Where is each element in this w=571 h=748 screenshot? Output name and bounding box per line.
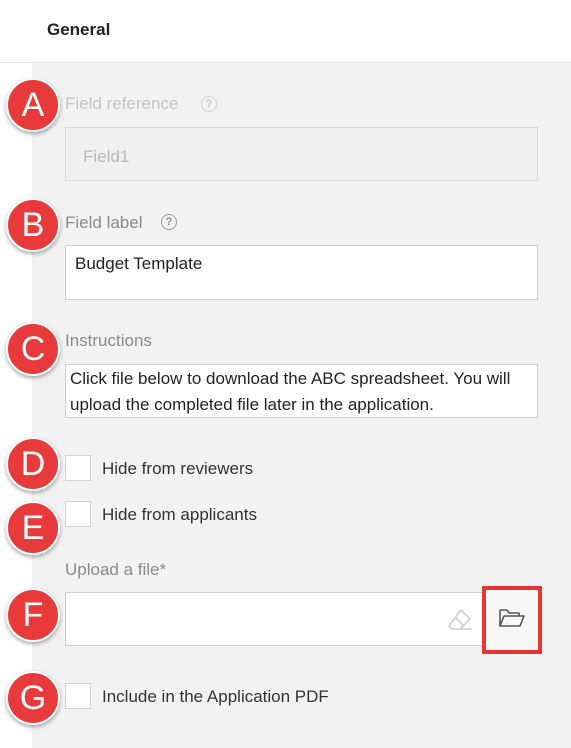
- upload-file-label: Upload a file*: [65, 560, 167, 579]
- include-in-pdf-checkbox[interactable]: [65, 683, 91, 709]
- field-reference-label: Field reference: [65, 94, 179, 113]
- help-circle-icon[interactable]: ?: [161, 214, 177, 230]
- hide-from-reviewers-checkbox[interactable]: [65, 455, 91, 481]
- marker-c: C: [6, 322, 60, 376]
- marker-b: B: [6, 198, 60, 252]
- hide-from-applicants-checkbox[interactable]: [65, 501, 91, 527]
- hide-from-applicants-label: Hide from applicants: [102, 505, 257, 524]
- marker-a: A: [6, 78, 60, 132]
- marker-f: F: [6, 588, 60, 642]
- field-label-input[interactable]: Budget Template: [65, 245, 538, 300]
- help-circle-icon[interactable]: ?: [201, 96, 217, 112]
- field-reference-input: Field1: [65, 127, 538, 181]
- marker-e: E: [6, 501, 60, 555]
- panel-header: General: [0, 0, 571, 63]
- field-label-label: Field label: [65, 213, 143, 232]
- marker-d: D: [6, 437, 60, 491]
- marker-g: G: [6, 671, 60, 725]
- instructions-textarea[interactable]: Click file below to download the ABC spr…: [65, 364, 538, 418]
- instructions-label: Instructions: [65, 331, 152, 350]
- hide-from-reviewers-label: Hide from reviewers: [102, 459, 254, 478]
- include-in-pdf-label: Include in the Application PDF: [102, 687, 329, 706]
- eraser-icon[interactable]: [447, 608, 473, 635]
- folder-open-icon: [498, 607, 526, 634]
- browse-file-button[interactable]: [482, 586, 542, 654]
- section-title: General: [47, 20, 111, 39]
